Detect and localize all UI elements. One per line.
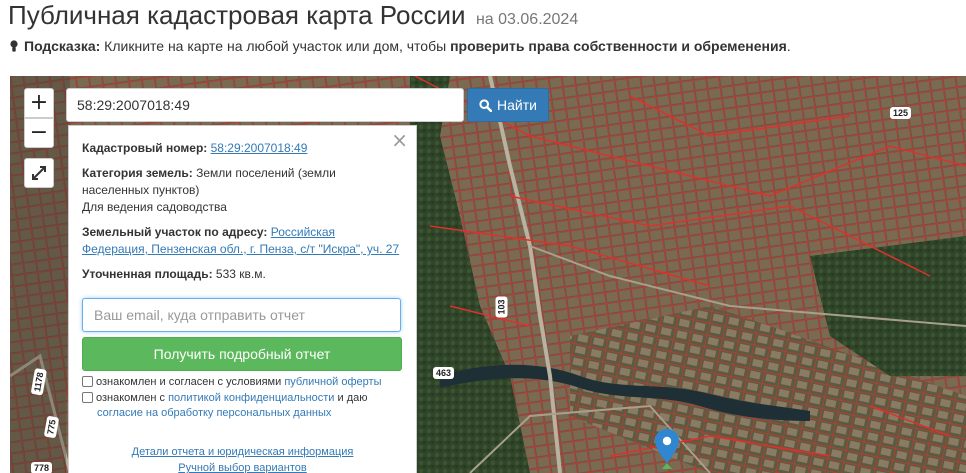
offer-consent-row: ознакомлен и согласен с условиями публич… — [82, 375, 382, 390]
report-details-link[interactable]: Детали отчета и юридическая информация — [132, 446, 354, 458]
hint-label: Подсказка: — [24, 38, 101, 54]
fullscreen-button[interactable] — [24, 158, 54, 188]
land-category-row: Категория земель: Земли поселений (земли… — [82, 165, 406, 216]
search-button-label: Найти — [497, 97, 537, 113]
manual-selection-row: Ручной выбор вариантов — [69, 462, 416, 473]
area-row: Уточненная площадь: 533 кв.м. — [82, 266, 406, 283]
email-field[interactable] — [82, 298, 401, 332]
route-label-778: 778 — [31, 462, 53, 473]
address-link-cont[interactable]: Федерация, Пензенская обл., г. Пенза, с/… — [82, 242, 399, 256]
route-label-125: 125 — [890, 107, 912, 119]
cadastral-search-input[interactable] — [66, 88, 464, 122]
offer-consent-checkbox[interactable] — [82, 376, 93, 387]
land-category-value: Земли поселений (земли — [192, 166, 336, 180]
cadastral-map[interactable]: 125 103 463 1178 775 778 + − Найти × Кад… — [10, 76, 966, 473]
land-category-value-cont: населенных пунктов) — [82, 183, 200, 197]
hint-bar: Подсказка: Кликните на карте на любой уч… — [10, 38, 791, 54]
manual-selection-link[interactable]: Ручной выбор вариантов — [178, 462, 306, 473]
address-link[interactable]: Российская — [271, 225, 335, 239]
cadastral-number-row: Кадастровый номер: 58:29:2007018:49 — [82, 140, 406, 157]
lightbulb-icon — [10, 40, 18, 52]
get-report-button[interactable]: Получить подробный отчет — [82, 337, 402, 371]
address-row: Земельный участок по адресу: Российская … — [82, 224, 406, 258]
location-pin-icon[interactable] — [655, 429, 679, 473]
privacy-consent-checkbox[interactable] — [82, 392, 93, 403]
land-use-value: Для ведения садоводства — [82, 200, 227, 214]
privacy-policy-link[interactable]: политикой конфиденциальности — [168, 392, 334, 404]
expand-icon — [32, 166, 46, 180]
page-title: Публичная кадастровая карта России — [8, 0, 466, 30]
route-label-463: 463 — [433, 367, 455, 379]
cadastral-number-link[interactable]: 58:29:2007018:49 — [211, 141, 308, 155]
public-offer-link[interactable]: публичной оферты — [284, 376, 381, 388]
page-header: Публичная кадастровая карта России на 03… — [8, 0, 578, 32]
address-label: Земельный участок по адресу: — [82, 225, 268, 239]
zoom-in-button[interactable]: + — [24, 88, 54, 118]
area-value: 533 кв.м. — [212, 267, 266, 281]
hint-end: . — [786, 38, 791, 54]
offer-consent-text: ознакомлен и согласен с условиями — [96, 376, 285, 388]
map-date: на 03.06.2024 — [475, 11, 579, 28]
privacy-consent-text: ознакомлен с — [96, 392, 169, 404]
zoom-out-button[interactable]: − — [24, 118, 54, 148]
land-category-label: Категория земель: — [82, 166, 193, 180]
privacy-consent-row: ознакомлен с политикой конфиденциальност… — [82, 391, 367, 421]
search-icon — [479, 98, 493, 112]
route-label-103: 103 — [495, 296, 508, 318]
area-label: Уточненная площадь: — [82, 267, 213, 281]
hint-bold-text: проверить права собственности и обремене… — [450, 38, 787, 54]
privacy-consent-mid: и даю — [334, 392, 368, 404]
details-row: Детали отчета и юридическая информация — [69, 446, 416, 458]
search-button[interactable]: Найти — [467, 88, 549, 122]
cadastral-number-label: Кадастровый номер: — [82, 141, 208, 155]
personal-data-consent-link[interactable]: согласие на обработку персональных данны… — [97, 407, 331, 419]
parcel-info-panel: × Кадастровый номер: 58:29:2007018:49 Ка… — [68, 125, 417, 473]
hint-text: Кликните на карте на любой участок или д… — [100, 38, 451, 54]
